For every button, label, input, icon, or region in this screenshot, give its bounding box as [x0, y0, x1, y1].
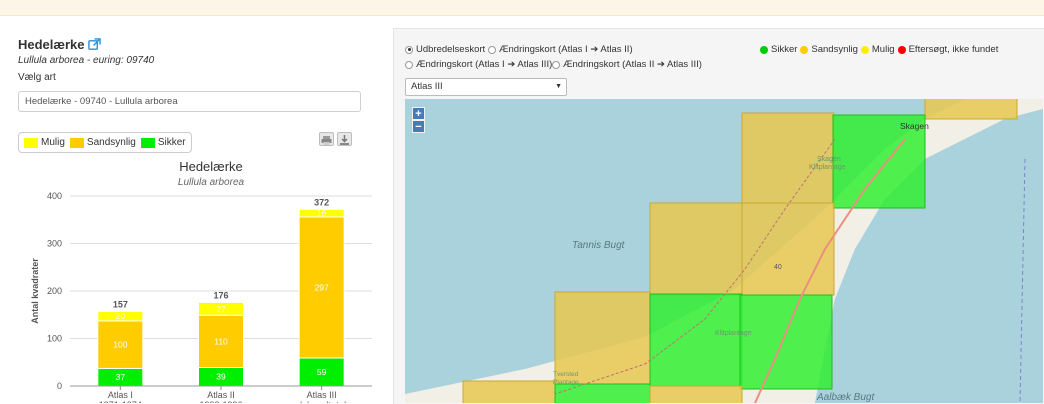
x-tick-label: Atlas III: [307, 390, 337, 400]
map-label-tversted2: Plantage: [553, 379, 579, 386]
status-dot-sandsynlig: [800, 45, 809, 54]
radio-aendring-2-3[interactable]: Ændringskort (Atlas II ➔ Atlas III): [552, 59, 702, 70]
grid-cell-yellow: [741, 202, 835, 296]
total-label: 157: [113, 299, 128, 309]
download-button[interactable]: [337, 132, 352, 146]
print-icon: [321, 136, 332, 145]
map-label-klitplantage: Klitplantage: [715, 330, 752, 337]
grid-cell-green: [554, 383, 651, 403]
y-axis-label: Antal kvadrater: [30, 258, 40, 324]
data-label: 100: [113, 340, 127, 350]
legend-swatch: [24, 137, 38, 148]
data-label: 59: [317, 367, 327, 377]
species-input[interactable]: Hedelærke - 09740 - Lullula arborea: [18, 91, 361, 112]
data-label: 37: [116, 372, 126, 382]
status-dot-sikker: [760, 45, 768, 54]
choose-species-label: Vælg art: [18, 72, 56, 83]
map-label-skagen-klit: Skagen: [817, 156, 841, 163]
grid-cell-green: [739, 294, 833, 390]
radio-button[interactable]: [552, 60, 560, 69]
map-label-tversted: Tversted: [553, 371, 579, 378]
legend-item-sikker[interactable]: Sikker: [140, 137, 186, 148]
data-label: 39: [216, 372, 226, 382]
radio-udbredelseskort[interactable]: Udbredelseskort: [405, 44, 485, 55]
map-label-skagen: Skagen: [900, 121, 929, 131]
data-label: 110: [214, 336, 228, 346]
chart-title: Hedelærke: [179, 159, 243, 174]
legend-item-mulig[interactable]: Mulig: [24, 137, 65, 148]
map-label-road: 40: [774, 264, 782, 271]
y-tick-label: 400: [47, 191, 62, 201]
species-name: Hedelærke: [18, 37, 85, 52]
status-dot-mulig: [860, 45, 869, 54]
species-subtitle: Lullula arborea - euring: 09740: [18, 55, 155, 66]
x-tick-label: Atlas II: [207, 390, 235, 400]
bar-chart: Hedelærke Lullula arborea Antal kvadrater 0…: [30, 159, 372, 403]
map-label-skagen-klit2: Klitplantage: [809, 164, 846, 171]
radio-aendring-1-2[interactable]: Ændringskort (Atlas I ➔ Atlas II): [488, 44, 633, 55]
y-tick-label: 300: [47, 239, 62, 249]
radio-button[interactable]: [488, 45, 496, 54]
legend-swatch: [69, 137, 84, 148]
chart-subtitle: Lullula arborea: [178, 177, 245, 188]
x-tick-label: Atlas I: [108, 390, 133, 400]
map-canvas: Skagen Skagen Klitplantage Tannis Bugt 4…: [405, 99, 1043, 403]
total-label: 176: [213, 290, 228, 300]
external-link-icon[interactable]: [88, 38, 102, 51]
grid-cell-yellow: [649, 385, 743, 403]
zoom-out-button[interactable]: −: [412, 120, 425, 133]
map-label-aalbaek: Aalbæk Bugt: [816, 392, 875, 403]
top-bar: [0, 0, 1044, 15]
radio-button[interactable]: [405, 45, 413, 54]
status-legend: Sikker Sandsynlig Mulig Eftersøgt, ikke …: [760, 44, 998, 55]
data-label: 297: [315, 282, 329, 292]
download-icon: [340, 135, 349, 145]
top-separator: [0, 15, 1044, 16]
print-button[interactable]: [319, 132, 334, 146]
status-dot-eftersogt: [897, 45, 906, 54]
legend-item-sandsynlig[interactable]: Sandsynlig: [69, 137, 136, 148]
radio-button[interactable]: [405, 60, 413, 69]
grid-cell-green: [649, 293, 743, 387]
zoom-controls: + −: [412, 107, 425, 133]
species-title: Hedelærke: [18, 37, 102, 52]
y-tick-label: 0: [57, 381, 62, 391]
y-tick-label: 100: [47, 334, 62, 344]
map-view[interactable]: Skagen Skagen Klitplantage Tannis Bugt 4…: [405, 99, 1043, 403]
grid-cell-yellow: [462, 380, 556, 403]
legend-swatch: [140, 137, 155, 148]
grid-cell-yellow: [924, 99, 1018, 120]
zoom-in-button[interactable]: +: [412, 107, 425, 120]
y-tick-label: 200: [47, 286, 62, 296]
data-label: 16: [317, 208, 327, 218]
grid-cell-yellow: [649, 202, 743, 296]
total-label: 372: [314, 197, 329, 207]
radio-aendring-1-3[interactable]: Ændringskort (Atlas I ➔ Atlas III): [405, 59, 552, 70]
map-label-tannis: Tannis Bugt: [572, 240, 626, 251]
data-label: 20: [116, 311, 126, 321]
atlas-select[interactable]: Atlas III ▼: [405, 78, 567, 96]
chevron-down-icon: ▼: [555, 83, 562, 90]
data-label: 27: [216, 304, 226, 314]
